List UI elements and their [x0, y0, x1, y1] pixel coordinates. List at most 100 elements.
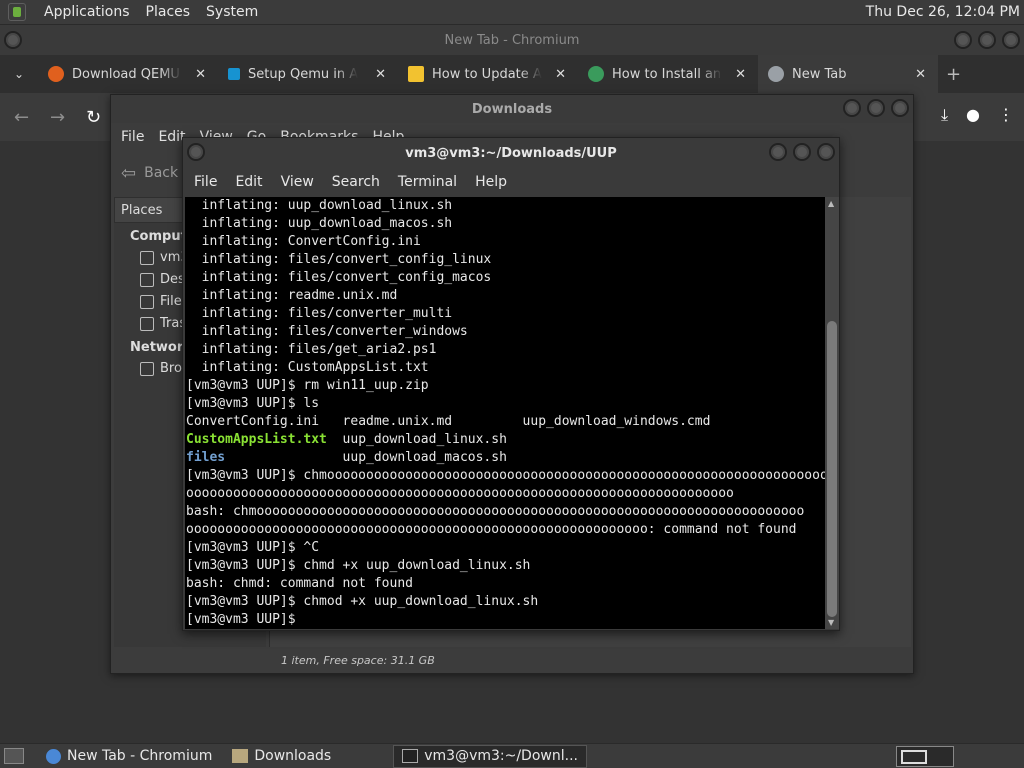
desktop-icon [140, 272, 154, 287]
terminal-line: inflating: files/get_aria2.ps1 [186, 342, 437, 357]
applications-icon[interactable] [8, 3, 26, 21]
trash-icon [140, 316, 154, 331]
profile-icon[interactable]: ● [966, 105, 980, 125]
new-tab-button[interactable]: + [946, 64, 961, 85]
taskbar-item-label: Downloads [254, 748, 332, 764]
status-bar: 1 item, Free space: 31.1 GB [281, 654, 435, 667]
maximize-button[interactable] [867, 99, 885, 117]
chromium-icon [46, 748, 61, 764]
site-icon [588, 66, 604, 82]
taskbar-item-downloads[interactable]: Downloads [224, 745, 339, 768]
terminal-line: [vm3@vm3 UUP]$ ls [186, 396, 320, 411]
tab-new-tab[interactable]: New Tab ✕ [758, 55, 938, 93]
minimize-button[interactable] [769, 143, 787, 161]
terminal-line: bash: chmd: command not found [186, 576, 413, 591]
terminal-line: inflating: files/convert_config_macos [186, 270, 492, 285]
close-button[interactable] [1002, 31, 1020, 49]
menu-places[interactable]: Places [146, 4, 191, 20]
scroll-down-icon[interactable]: ▼ [828, 618, 834, 627]
tab-title: New Tab [792, 66, 847, 82]
tab-download-qemu[interactable]: Download QEMU - ✕ [38, 55, 218, 93]
close-button[interactable] [817, 143, 835, 161]
tab-title: How to Install and [612, 66, 722, 82]
terminal-line: inflating: readme.unix.md [186, 288, 398, 303]
terminal-line: inflating: uup_download_linux.sh [186, 198, 453, 213]
file-manager-titlebar[interactable]: Downloads [111, 95, 913, 123]
term-menu-terminal[interactable]: Terminal [389, 174, 466, 190]
tab-update-arch[interactable]: How to Update Arch ✕ [398, 55, 578, 93]
qemu-icon [48, 66, 64, 82]
terminal-output[interactable]: inflating: uup_download_linux.sh inflati… [185, 197, 825, 629]
file-manager-title: Downloads [471, 101, 553, 117]
ls-entry: ConvertConfig.ini [186, 414, 343, 429]
back-button[interactable]: Back [144, 165, 178, 181]
bottom-panel: New Tab - Chromium Downloads vm3@vm3:~/D… [0, 743, 1024, 768]
ls-entry-executable: CustomAppsList.txt [186, 432, 327, 447]
home-icon [140, 250, 154, 265]
term-menu-view[interactable]: View [272, 174, 323, 190]
maximize-button[interactable] [978, 31, 996, 49]
taskbar-item-chromium[interactable]: New Tab - Chromium [38, 745, 220, 768]
tab-setup-qemu[interactable]: Setup Qemu in Arch ✕ [218, 55, 398, 93]
tab-close-icon[interactable]: ✕ [735, 67, 746, 82]
tab-title: How to Update Arch [432, 66, 542, 82]
kebab-menu-icon[interactable]: ⋮ [998, 105, 1014, 125]
ls-entry-directory: files [186, 450, 226, 465]
clock[interactable]: Thu Dec 26, 12:04 PM [866, 4, 1020, 20]
terminal-scrollbar[interactable]: ▲ ▼ [825, 197, 839, 629]
minimize-button[interactable] [954, 31, 972, 49]
terminal-line: oooooooooooooooooooooooooooooooooooooooo… [186, 486, 734, 501]
terminal-window: vm3@vm3:~/Downloads/UUP File Edit View S… [182, 137, 840, 631]
terminal-line: inflating: ConvertConfig.ini [186, 234, 421, 249]
terminal-titlebar[interactable]: vm3@vm3:~/Downloads/UUP [183, 138, 839, 168]
window-menu-button[interactable] [187, 143, 205, 161]
terminal-line: bash: chmooooooooooooooooooooooooooooooo… [186, 504, 805, 519]
download-icon[interactable]: ⤓ [941, 105, 948, 125]
tab-close-icon[interactable]: ✕ [375, 67, 386, 82]
window-menu-button[interactable] [4, 31, 22, 49]
top-panel: Applications Places System Thu Dec 26, 1… [0, 0, 1024, 25]
menu-applications[interactable]: Applications [44, 4, 130, 20]
term-menu-search[interactable]: Search [323, 174, 389, 190]
close-button[interactable] [891, 99, 909, 117]
back-arrow-icon[interactable]: ← [14, 107, 29, 128]
tab-search-chevron-icon[interactable]: ⌄ [0, 67, 38, 81]
terminal-line: [vm3@vm3 UUP]$ ^C [186, 540, 320, 555]
maximize-button[interactable] [793, 143, 811, 161]
taskbar-item-label: New Tab - Chromium [67, 748, 213, 764]
terminal-prompt[interactable]: [vm3@vm3 UUP]$ [186, 611, 825, 629]
tab-close-icon[interactable]: ✕ [195, 67, 206, 82]
top-menu: Applications Places System [0, 3, 258, 21]
back-arrow-icon[interactable]: ⇦ [121, 163, 136, 184]
tab-close-icon[interactable]: ✕ [555, 67, 566, 82]
terminal-line: [vm3@vm3 UUP]$ rm win11_uup.zip [186, 378, 429, 393]
term-menu-edit[interactable]: Edit [226, 174, 271, 190]
taskbar-item-terminal[interactable]: vm3@vm3:~/Downl... [393, 744, 587, 768]
terminal-line: [vm3@vm3 UUP]$ chmod +x uup_download_lin… [186, 594, 539, 609]
chromium-title: New Tab - Chromium [444, 32, 580, 48]
drive-icon [140, 294, 154, 309]
chromium-titlebar[interactable]: New Tab - Chromium [0, 25, 1024, 55]
scrollbar-thumb[interactable] [827, 321, 837, 617]
reload-icon[interactable]: ↻ [86, 107, 101, 128]
term-menu-help[interactable]: Help [466, 174, 516, 190]
tab-install[interactable]: How to Install and ✕ [578, 55, 758, 93]
terminal-line: inflating: files/converter_windows [186, 324, 468, 339]
network-icon [140, 361, 154, 376]
term-menu-file[interactable]: File [185, 174, 226, 190]
terminal-line: inflating: files/converter_multi [186, 306, 453, 321]
tab-close-icon[interactable]: ✕ [915, 67, 926, 82]
scroll-up-icon[interactable]: ▲ [828, 199, 834, 208]
show-desktop-icon[interactable] [4, 748, 24, 764]
minimize-button[interactable] [843, 99, 861, 117]
terminal-line: inflating: CustomAppsList.txt [186, 360, 429, 375]
ls-output-row: files uup_download_macos.sh [186, 449, 825, 467]
terminal-line: [vm3@vm3 UUP]$ chmoooooooooooooooooooooo… [186, 468, 825, 483]
workspace-switcher[interactable] [896, 746, 954, 767]
terminal-line: [vm3@vm3 UUP]$ chmd +x uup_download_linu… [186, 558, 531, 573]
forward-arrow-icon[interactable]: → [50, 107, 65, 128]
tab-bar: ⌄ Download QEMU - ✕ Setup Qemu in Arch ✕… [0, 55, 1024, 93]
fm-menu-file[interactable]: File [121, 129, 144, 145]
taskbar-item-label: vm3@vm3:~/Downl... [424, 748, 578, 764]
menu-system[interactable]: System [206, 4, 258, 20]
